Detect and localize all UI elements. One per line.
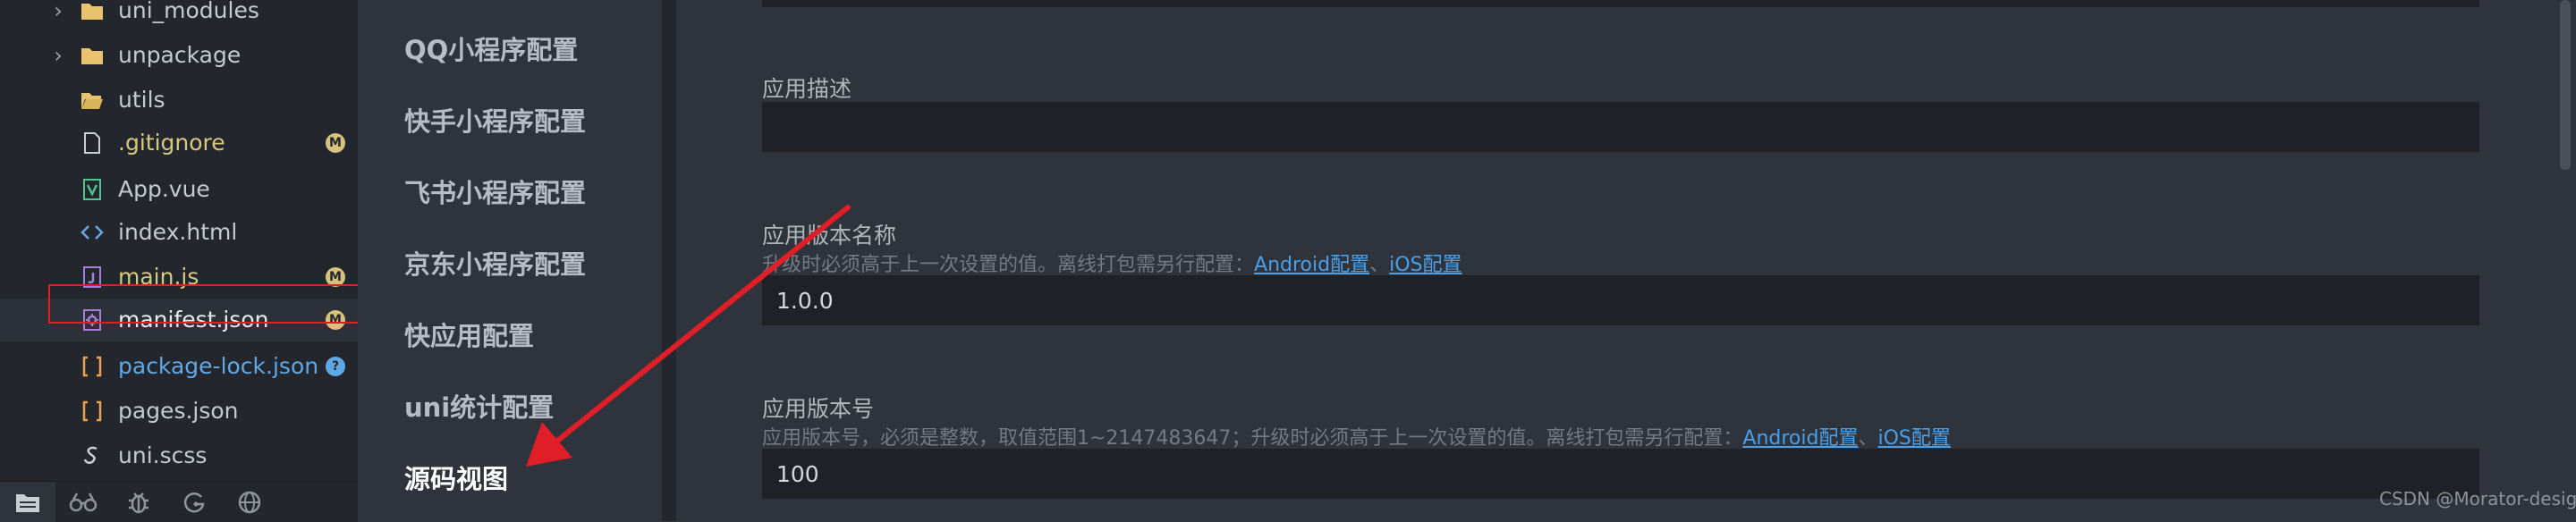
version-code-label: 应用版本号 — [762, 396, 875, 422]
html-file-icon — [80, 211, 104, 254]
annotation-highlight-box — [48, 284, 376, 324]
tree-item-label: utils — [118, 87, 165, 113]
search-tab[interactable] — [55, 482, 111, 522]
version-code-input[interactable] — [762, 449, 2479, 499]
nav-item-3[interactable]: 京东小程序配置 — [404, 247, 586, 282]
settings-nav: QQ小程序配置 快手小程序配置 飞书小程序配置 京东小程序配置 快应用配置 uni统计配置… — [358, 0, 662, 521]
debug-tab[interactable] — [111, 482, 166, 522]
tree-item-label: uni.scss — [118, 442, 208, 468]
vue-file-icon — [80, 168, 104, 211]
modified-badge: M — [326, 133, 345, 153]
explorer-tab[interactable] — [0, 482, 55, 522]
tree-item-utils[interactable]: utils — [0, 79, 358, 122]
version-code-help: 应用版本号，必须是整数，取值范围1~2147483647；升级时必须高于上一次设… — [762, 422, 1951, 450]
untracked-badge: ? — [326, 357, 345, 376]
nav-item-6[interactable]: 源码视图 — [404, 461, 508, 497]
tree-item-label: .gitignore — [118, 130, 225, 156]
nav-item-2[interactable]: 飞书小程序配置 — [404, 175, 586, 211]
tree-item-label: App.vue — [118, 176, 210, 202]
folder-open-icon — [80, 79, 104, 122]
tree-item-gitignore[interactable]: .gitignore M — [0, 122, 358, 164]
version-name-android-link[interactable]: Android配置 — [1254, 254, 1369, 276]
version-name-input[interactable] — [762, 275, 2479, 325]
tree-item-label: unpackage — [118, 42, 242, 68]
version-code-help-text: 应用版本号，必须是整数，取值范围1~2147483647；升级时必须高于上一次设… — [762, 427, 1743, 450]
browser-tab[interactable] — [222, 482, 277, 522]
source-control-tab[interactable] — [166, 482, 222, 522]
panel-divider[interactable] — [662, 0, 676, 521]
version-code-android-link[interactable]: Android配置 — [1742, 427, 1858, 450]
scss-file-icon — [80, 434, 104, 477]
folder-icon — [80, 34, 104, 77]
tree-item-index-html[interactable]: index.html — [0, 211, 358, 254]
file-explorer: › uni_modules › unpackage utils .gitignore M Ap… — [0, 0, 376, 522]
version-name-help: 升级时必须高于上一次设置的值。离线打包需另行配置：Android配置、iOS配置 — [762, 248, 1462, 277]
version-code-ios-link[interactable]: iOS配置 — [1877, 427, 1950, 450]
json-file-icon — [80, 390, 104, 433]
nav-item-4[interactable]: 快应用配置 — [404, 318, 534, 354]
settings-form: 应用描述 应用版本名称 升级时必须高于上一次设置的值。离线打包需另行配置：And… — [676, 0, 2576, 521]
files-icon — [16, 493, 39, 512]
globe-icon — [238, 491, 261, 513]
chevron-right-icon[interactable]: › — [52, 0, 64, 32]
tree-item-label: uni_modules — [118, 0, 259, 23]
bug-icon — [129, 492, 148, 513]
tree-item-pages-json[interactable]: pages.json — [0, 390, 358, 433]
version-name-ios-link[interactable]: iOS配置 — [1389, 254, 1462, 276]
nav-item-0[interactable]: QQ小程序配置 — [404, 32, 578, 68]
json-file-icon — [80, 345, 104, 388]
tree-item-unpackage[interactable]: › unpackage — [0, 34, 358, 77]
tree-item-package-lock-json[interactable]: package-lock.json? — [0, 345, 358, 388]
explorer-toolbar — [0, 481, 358, 522]
nav-item-5[interactable]: uni统计配置 — [404, 390, 554, 425]
binoculars-icon — [69, 492, 97, 511]
tree-item-label: index.html — [118, 219, 238, 245]
form-scrollbar[interactable] — [2560, 0, 2571, 170]
watermark: CSDN @Morator-design — [2379, 488, 2576, 509]
version-name-label: 应用版本名称 — [762, 223, 897, 248]
tree-item-label: package-lock.json — [118, 353, 319, 379]
folder-icon — [80, 0, 104, 32]
nav-item-1[interactable]: 快手小程序配置 — [404, 104, 586, 139]
tree-item-label: pages.json — [118, 398, 239, 424]
description-input[interactable] — [762, 102, 2479, 152]
version-code-separator: 、 — [1858, 427, 1878, 450]
version-name-separator: 、 — [1369, 254, 1390, 276]
file-icon — [80, 122, 104, 164]
version-name-help-text: 升级时必须高于上一次设置的值。离线打包需另行配置： — [762, 254, 1255, 276]
previous-field-input[interactable] — [762, 0, 2479, 7]
chevron-right-icon[interactable]: › — [52, 34, 64, 77]
git-icon — [183, 492, 205, 512]
tree-item-uni-scss[interactable]: uni.scss — [0, 434, 358, 477]
tree-item-app-vue[interactable]: App.vue — [0, 168, 358, 211]
tree-item-uni-modules[interactable]: › uni_modules — [0, 0, 358, 32]
description-label: 应用描述 — [762, 76, 852, 102]
